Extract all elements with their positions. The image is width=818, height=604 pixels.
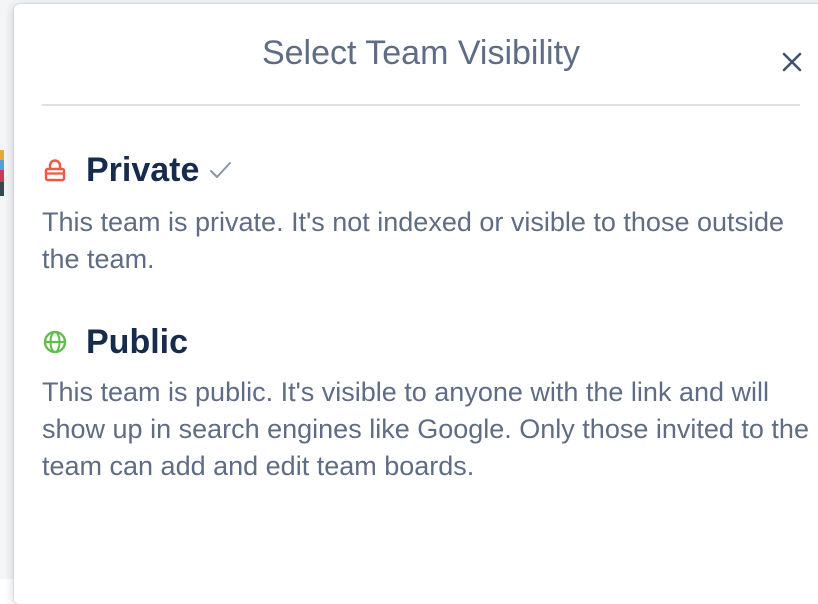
option-public-description: This team is public. It's visible to any… bbox=[42, 377, 809, 481]
team-visibility-popover: Select Team Visibility Private This team… bbox=[14, 4, 818, 604]
popover-title: Select Team Visibility bbox=[261, 34, 581, 72]
lock-icon bbox=[42, 157, 68, 183]
close-button[interactable] bbox=[768, 38, 816, 86]
globe-icon bbox=[42, 329, 68, 355]
option-private-label: Private bbox=[86, 150, 200, 189]
popover-header: Select Team Visibility bbox=[42, 4, 802, 106]
option-public-header: Public bbox=[42, 320, 812, 364]
visibility-option-private[interactable]: Private This team is private. It's not i… bbox=[42, 148, 812, 278]
check-icon bbox=[207, 157, 233, 183]
background-edge-strip bbox=[0, 150, 4, 230]
close-icon bbox=[782, 52, 802, 72]
option-private-description: This team is private. It's not indexed o… bbox=[42, 207, 785, 274]
option-public-label: Public bbox=[86, 322, 189, 361]
option-private-header: Private bbox=[42, 148, 812, 192]
visibility-option-public[interactable]: Public This team is public. It's visible… bbox=[42, 320, 812, 485]
